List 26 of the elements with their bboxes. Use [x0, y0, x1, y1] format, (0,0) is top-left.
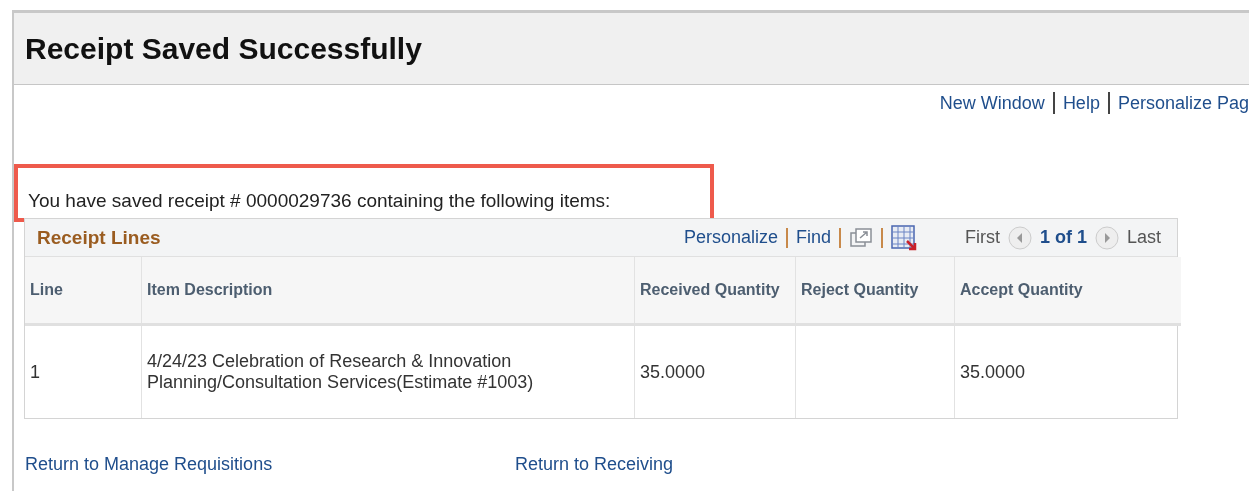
grid-title: Receipt Lines — [37, 226, 161, 249]
header-link[interactable]: Help — [1062, 92, 1100, 114]
return-link[interactable]: Return to Manage Requisitions — [25, 454, 515, 475]
header-link[interactable]: Personalize Pag — [1117, 92, 1249, 114]
page-counter: 1 of 1 — [1039, 227, 1087, 248]
page-title: Receipt Saved Successfully — [25, 31, 422, 66]
table-cell: 35.0000 — [960, 361, 1026, 382]
column-header: Item Description — [141, 257, 635, 325]
next-icon[interactable] — [1094, 225, 1119, 250]
table-cell: 35.0000 — [640, 361, 706, 382]
previous-icon[interactable] — [1007, 225, 1032, 250]
confirmation-message: You have saved receipt # 0000029736 containing the following items: — [28, 190, 611, 212]
table-cell: 4/24/23 Celebration of Research & Innovation Planning/Consultation Services(Estimate #1003) — [147, 351, 534, 392]
column-header: Line — [25, 257, 142, 325]
last-label: Last — [1126, 227, 1161, 248]
grid-link[interactable]: Personalize — [683, 227, 778, 248]
header-link[interactable]: New Window — [939, 92, 1045, 114]
column-header: Received Quantity — [634, 257, 796, 325]
grid-download-icon[interactable] — [890, 224, 917, 251]
column-header: Accept Quantity — [954, 257, 1181, 325]
grid-link[interactable]: Find — [795, 227, 831, 248]
new-window-icon[interactable] — [848, 226, 873, 249]
first-label: First — [964, 227, 1000, 248]
return-link[interactable]: Return to Receiving — [515, 454, 674, 475]
column-header: Reject Quantity — [795, 257, 955, 325]
table-cell: 1 — [30, 361, 40, 382]
